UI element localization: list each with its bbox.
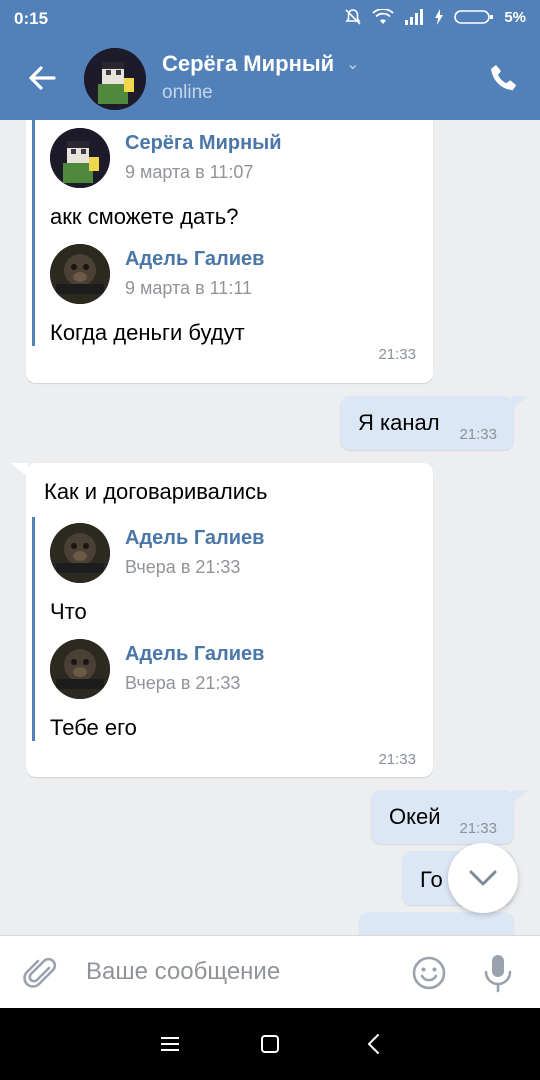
message-input[interactable]: Ваше сообщение <box>86 958 280 986</box>
mute-icon <box>345 9 361 25</box>
message-time: 21:33 <box>378 751 416 768</box>
wifi-icon <box>372 9 394 24</box>
message-composer: Ваше сообщение <box>0 935 540 1008</box>
home-icon[interactable] <box>256 1030 284 1058</box>
microphone-icon[interactable] <box>480 952 516 994</box>
contact-avatar[interactable] <box>84 48 146 110</box>
chevron-down-icon <box>469 870 497 886</box>
forwarded-message: Серёга Мирный 9 марта в 11:07 акк сможет… <box>35 128 415 244</box>
message-time: 21:33 <box>459 426 497 443</box>
battery-percent: 5% <box>504 8 526 26</box>
status-bar: 0:15 5% <box>0 0 540 38</box>
back-arrow-icon[interactable] <box>24 60 60 96</box>
forwarded-messages: Адель Галиев Вчера в 21:33 Что Адель Гал… <box>32 517 264 741</box>
status-icons: 5% <box>344 8 526 26</box>
paperclip-icon[interactable] <box>22 954 60 992</box>
message-bubble-incoming[interactable]: Серёга Мирный 9 марта в 11:07 акк сможет… <box>26 120 433 383</box>
message-time: 21:33 <box>378 346 416 363</box>
avatar <box>50 639 110 699</box>
forwarded-message: Адель Галиев Вчера в 21:33 Что <box>35 523 415 639</box>
phone-call-icon[interactable] <box>488 62 520 94</box>
scroll-to-bottom-button[interactable] <box>448 843 518 913</box>
message-time: 21:33 <box>459 820 497 837</box>
forwarded-date: Вчера в 21:33 <box>125 673 241 693</box>
forwarded-message: Адель Галиев Вчера в 21:33 Тебе его <box>35 639 415 755</box>
signal-icon <box>405 9 424 25</box>
message-bubble-outgoing[interactable]: Окей 21:33 <box>371 790 528 844</box>
forwarded-author[interactable]: Адель Галиев <box>125 248 264 271</box>
forwarded-date: Вчера в 21:33 <box>125 557 241 577</box>
emoji-icon[interactable] <box>410 954 448 992</box>
avatar <box>50 523 110 583</box>
message-text: Окей <box>389 804 441 829</box>
forwarded-author[interactable]: Серёга Мирный <box>125 132 282 155</box>
avatar <box>50 128 110 188</box>
charging-icon <box>435 9 444 25</box>
contact-status: online <box>162 82 213 103</box>
menu-icon[interactable] <box>156 1030 184 1058</box>
back-icon[interactable] <box>360 1030 388 1058</box>
status-time: 0:15 <box>14 9 49 28</box>
forwarded-author[interactable]: Адель Галиев <box>125 643 264 666</box>
forwarded-text: Что <box>50 599 87 624</box>
forwarded-date: 9 марта в 11:07 <box>125 162 254 182</box>
forwarded-author[interactable]: Адель Галиев <box>125 527 264 550</box>
message-list[interactable]: Серёга Мирный 9 марта в 11:07 акк сможет… <box>0 120 540 935</box>
forwarded-message: Адель Галиев 9 марта в 11:11 Когда деньг… <box>35 244 415 360</box>
message-text: Го <box>420 867 443 892</box>
message-bubble-outgoing[interactable] <box>359 912 514 935</box>
message-text: Как и договаривались <box>44 479 268 504</box>
battery-icon <box>454 10 494 24</box>
contact-name[interactable]: Серёга Мирный <box>162 51 334 77</box>
forwarded-date: 9 марта в 11:11 <box>125 278 253 298</box>
forwarded-text: Тебе его <box>50 715 137 740</box>
chat-header: Серёга Мирный ⌄ online <box>0 38 540 120</box>
forwarded-messages: Серёга Мирный 9 марта в 11:07 акк сможет… <box>32 120 282 346</box>
forwarded-text: акк сможете дать? <box>50 204 239 229</box>
system-navigation-bar <box>0 1008 540 1080</box>
message-bubble-incoming[interactable]: Как и договаривались Адель Галиев Вчера … <box>10 463 433 777</box>
avatar <box>50 244 110 304</box>
message-text: Я канал <box>358 410 440 435</box>
message-bubble-outgoing[interactable]: Я канал 21:33 <box>340 396 528 450</box>
forwarded-text: Когда деньги будут <box>50 320 245 345</box>
chevron-down-icon[interactable]: ⌄ <box>346 54 359 74</box>
